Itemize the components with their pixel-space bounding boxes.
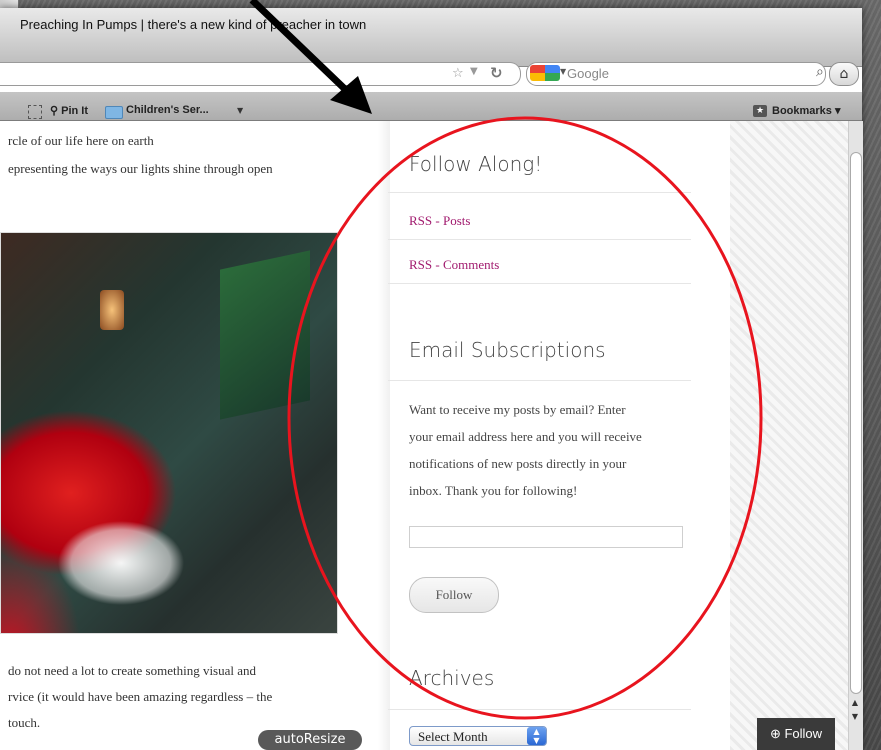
email-field[interactable] (409, 526, 683, 548)
post-line: epresenting the ways our lights shine th… (8, 161, 273, 176)
email-description-line: Want to receive my posts by email? Enter (409, 402, 626, 417)
search-placeholder: Google (567, 66, 609, 81)
post-line: rvice (it would have been amazing regard… (8, 689, 273, 704)
email-description-line: inbox. Thank you for following! (409, 483, 578, 498)
autoresize-button[interactable]: autoResize (258, 730, 362, 750)
email-description-line: your email address here and you will rec… (409, 429, 642, 444)
rss-comments-link[interactable]: RSS - Comments (409, 257, 499, 273)
rss-posts-link[interactable]: RSS - Posts (409, 213, 470, 229)
select-arrows-icon[interactable]: ▲ ▼ (527, 727, 546, 745)
divider (388, 283, 691, 284)
divider (388, 192, 691, 193)
address-bar[interactable] (0, 62, 521, 86)
background-pattern (730, 121, 848, 750)
bookmark-placeholder-icon[interactable] (28, 105, 42, 119)
folder-icon (105, 106, 123, 119)
post-line: do not need a lot to create something vi… (8, 663, 257, 678)
follow-badge[interactable]: ⊕ Follow (757, 718, 835, 750)
bookmark-label: Pin It (61, 105, 89, 117)
engine-caret-icon[interactable]: ▼ (560, 67, 566, 76)
scroll-down-icon[interactable]: ▼ (849, 712, 861, 722)
email-description-line: notifications of new posts directly in y… (409, 456, 627, 471)
google-engine-icon[interactable] (530, 65, 560, 81)
plus-circle-icon: ⊕ (769, 726, 785, 741)
reload-icon[interactable]: ↻ (490, 64, 503, 82)
photo-lantern (100, 290, 124, 330)
post-line: touch. (8, 715, 41, 730)
bookmark-pin-it[interactable]: ⚲ Pin It (50, 104, 88, 117)
history-dropdown-icon[interactable]: ▼ (470, 66, 478, 77)
chevron-down-icon[interactable]: ▼ (237, 106, 243, 115)
scrollbar-thumb[interactable] (850, 152, 862, 694)
email-subscriptions-title: Email Subscriptions (409, 338, 606, 362)
home-icon: ⌂ (839, 66, 849, 82)
divider (388, 380, 691, 381)
follow-button[interactable]: Follow (409, 577, 499, 613)
pin-icon: ⚲ (50, 105, 62, 117)
archives-title: Archives (409, 666, 495, 690)
star-icon[interactable]: ☆ (452, 66, 464, 81)
bookmarks-menu[interactable]: Bookmarks ▾ (772, 104, 841, 117)
bookmarks-icon[interactable]: ★ (753, 105, 767, 117)
home-button[interactable]: ⌂ (829, 62, 859, 86)
divider (388, 709, 691, 710)
bookmarks-menu-label: Bookmarks (772, 105, 832, 117)
scroll-up-icon[interactable]: ▲ (849, 698, 861, 708)
post-line: rcle of our life here on earth (8, 133, 154, 148)
magnifier-icon[interactable]: ⌕ (816, 64, 824, 80)
bookmark-folder-children[interactable]: Children's Ser... (126, 104, 209, 116)
window-title: Preaching In Pumps | there's a new kind … (20, 17, 367, 32)
follow-badge-label: Follow (784, 726, 823, 741)
photo-stained-glass (220, 250, 310, 420)
sidebar-divider (378, 121, 390, 750)
divider (388, 239, 691, 240)
follow-along-title: Follow Along! (409, 152, 543, 176)
